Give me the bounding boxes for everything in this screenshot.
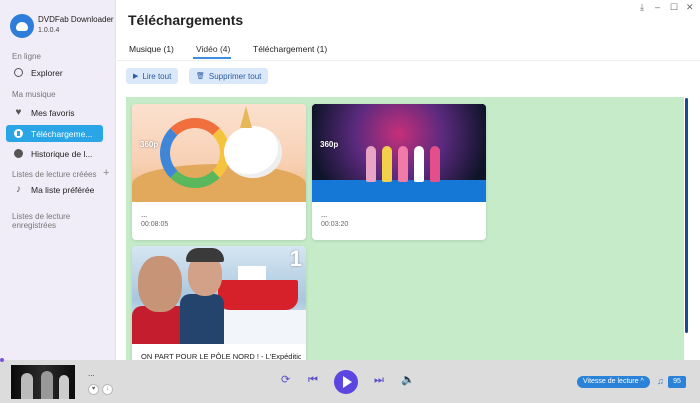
volume-value[interactable]: 95 <box>668 376 686 388</box>
now-playing-thumbnail[interactable] <box>11 365 75 399</box>
favorite-icon[interactable]: ♥ <box>88 384 99 395</box>
speaker-icon[interactable]: 🔈 <box>401 373 415 387</box>
section-saved-playlists-title: Listes de lecture enregistrées <box>12 212 71 230</box>
sidebar-item-explore[interactable]: Explorer <box>6 64 103 81</box>
download-icon[interactable]: ↓ <box>102 384 113 395</box>
scrollbar-thumb[interactable] <box>685 98 688 333</box>
sidebar-item-label: Historique de l... <box>31 148 93 159</box>
close-icon[interactable]: ✕ <box>686 2 694 12</box>
heart-icon: ♥ <box>15 107 22 118</box>
video-duration: 00:03:20 <box>321 221 349 228</box>
section-online-title: En ligne <box>12 52 41 61</box>
dvdfab-logo-icon <box>10 14 34 38</box>
page-title: Téléchargements <box>128 12 244 28</box>
minimize-icon[interactable]: – <box>655 2 660 12</box>
trash-icon: 🗑 <box>196 73 205 80</box>
progress-handle[interactable] <box>0 358 4 362</box>
app-version: 1.0.0.4 <box>38 27 60 34</box>
clock-icon <box>14 149 23 158</box>
sidebar-item-label: Ma liste préférée <box>31 184 95 195</box>
tab-music[interactable]: Musique (1) <box>129 44 174 54</box>
active-tab-indicator <box>193 57 231 59</box>
delete-all-button[interactable]: 🗑 Supprimer tout <box>189 68 269 84</box>
sidebar-item-favorites[interactable]: ♥ Mes favoris <box>6 104 103 121</box>
video-thumbnail: 360p <box>312 104 486 202</box>
video-title: ... <box>321 210 328 219</box>
previous-icon[interactable]: ⏮ <box>308 373 318 387</box>
sidebar: DVDFab Downloader 1.0.0.4 En ligne Explo… <box>0 0 116 360</box>
quality-badge: 360p <box>320 140 339 149</box>
globe-icon <box>14 68 23 77</box>
restore-icon[interactable]: ⤓ <box>640 2 644 12</box>
quality-badge: 360p <box>140 140 159 149</box>
tab-downloading[interactable]: Téléchargement (1) <box>253 44 327 54</box>
play-all-button[interactable]: ▶ Lire tout <box>126 68 179 84</box>
video-card[interactable]: 360p ... 00:03:20 <box>312 104 486 240</box>
app-name: DVDFab Downloader <box>38 15 114 24</box>
download-icon <box>14 129 23 138</box>
sidebar-item-history[interactable]: Historique de l... <box>6 145 103 162</box>
playback-speed-button[interactable]: Vitesse de lecture ^ <box>577 376 650 388</box>
add-playlist-button[interactable]: + <box>103 168 109 179</box>
section-music-title: Ma musique <box>12 90 56 99</box>
video-title: ON PART POUR LE PÔLE NORD ! - L'Expéditi… <box>141 352 301 360</box>
video-card[interactable]: 1 ON PART POUR LE PÔLE NORD ! - L'Expédi… <box>132 246 306 360</box>
delete-all-label: Supprimer tout <box>208 71 262 81</box>
now-playing-title: ... <box>88 369 95 378</box>
video-title: ... <box>141 210 148 219</box>
video-card[interactable]: 360p ... 00:08:05 <box>132 104 306 240</box>
volume-icon[interactable]: ♫ <box>657 376 664 386</box>
sidebar-item-downloads[interactable]: Téléchargeme... <box>6 125 103 142</box>
play-button[interactable] <box>334 370 358 394</box>
repeat-icon[interactable]: ⟳ <box>281 373 290 387</box>
maximize-icon[interactable]: ☐ <box>670 2 678 12</box>
sidebar-item-label: Téléchargeme... <box>31 128 93 139</box>
player-bar: ... ♥ ↓ ⟳ ⏮ ⏭ 🔈 Vitesse de lecture ^ ♫ 9… <box>0 360 700 403</box>
video-grid: 360p ... 00:08:05 360p ... 00:03:20 1 ON… <box>126 97 686 360</box>
sidebar-item-label: Explorer <box>31 67 63 78</box>
music-note-icon: ♪ <box>16 184 21 195</box>
video-duration: 00:08:05 <box>141 221 169 228</box>
sidebar-item-favorite-playlist[interactable]: ♪ Ma liste préférée <box>6 181 103 198</box>
next-icon[interactable]: ⏭ <box>374 373 384 387</box>
sidebar-item-label: Mes favoris <box>31 107 75 118</box>
tab-video[interactable]: Vidéo (4) <box>196 44 230 54</box>
video-thumbnail: 1 <box>132 246 306 344</box>
tabs-divider <box>117 60 700 61</box>
play-all-label: Lire tout <box>142 71 172 81</box>
section-created-playlists-title: Listes de lecture créées <box>12 170 97 179</box>
play-icon: ▶ <box>133 73 139 80</box>
video-thumbnail: 360p <box>132 104 306 202</box>
